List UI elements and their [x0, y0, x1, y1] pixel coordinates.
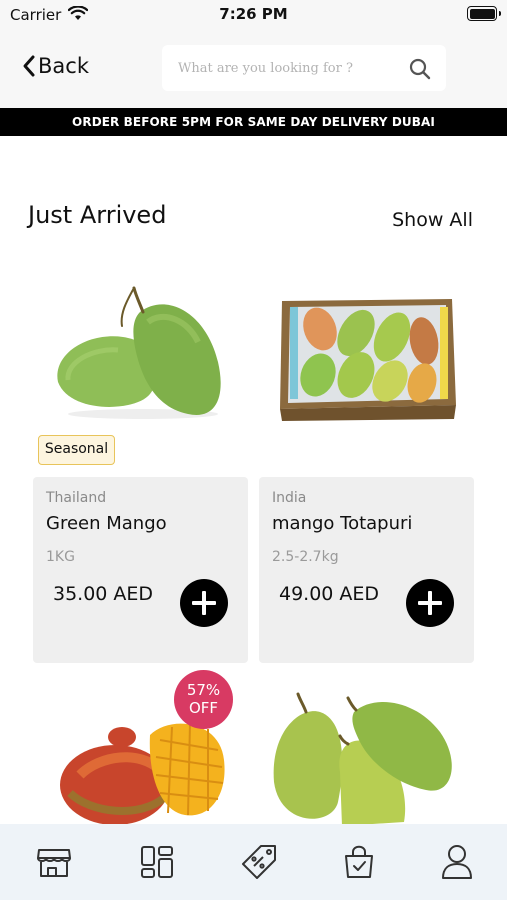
profile-icon[interactable]	[437, 842, 477, 882]
bottom-tab-bar	[0, 824, 507, 900]
green-mango-image[interactable]	[48, 282, 233, 426]
store-icon[interactable]	[34, 842, 74, 882]
back-button[interactable]: Back	[22, 54, 89, 78]
add-to-cart-button[interactable]	[180, 579, 228, 627]
product-name: Green Mango	[46, 513, 167, 534]
search-input[interactable]	[178, 58, 398, 78]
product-weight: 1KG	[46, 549, 75, 565]
product-card-green-mango[interactable]: Thailand Green Mango 1KG 35.00 AED	[33, 477, 248, 663]
discount-value: 57%	[186, 681, 221, 699]
categories-icon[interactable]	[137, 842, 177, 882]
seasonal-badge: Seasonal	[38, 435, 115, 465]
discount-label: OFF	[188, 699, 219, 717]
search-icon[interactable]	[408, 57, 432, 85]
product-origin: India	[272, 490, 307, 506]
product-card-mango-totapuri[interactable]: India mango Totapuri 2.5-2.7kg 49.00 AED	[259, 477, 474, 663]
green-mangoes-image[interactable]	[270, 692, 460, 831]
cut-mango-image[interactable]	[60, 715, 230, 829]
status-bar: Carrier 7:26 PM	[0, 0, 507, 30]
offers-tag-icon[interactable]	[239, 842, 279, 882]
chevron-left-icon	[22, 54, 36, 78]
show-all-link[interactable]: Show All	[392, 209, 473, 231]
mango-totapuri-image[interactable]	[276, 293, 459, 427]
product-price: 49.00 AED	[279, 583, 380, 605]
add-to-cart-button[interactable]	[406, 579, 454, 627]
status-time: 7:26 PM	[219, 5, 288, 23]
header: Back	[0, 30, 507, 108]
product-weight: 2.5-2.7kg	[272, 549, 339, 565]
search-box[interactable]	[162, 45, 446, 91]
discount-badge: 57% OFF	[174, 670, 233, 729]
product-price: 35.00 AED	[53, 583, 154, 605]
shopping-bag-icon[interactable]	[339, 842, 379, 882]
product-origin: Thailand	[46, 490, 107, 506]
back-label: Back	[38, 54, 89, 78]
product-name: mango Totapuri	[272, 513, 413, 534]
section-title: Just Arrived	[28, 201, 167, 229]
delivery-banner: ORDER BEFORE 5PM FOR SAME DAY DELIVERY D…	[0, 108, 507, 136]
battery-icon	[467, 6, 501, 21]
